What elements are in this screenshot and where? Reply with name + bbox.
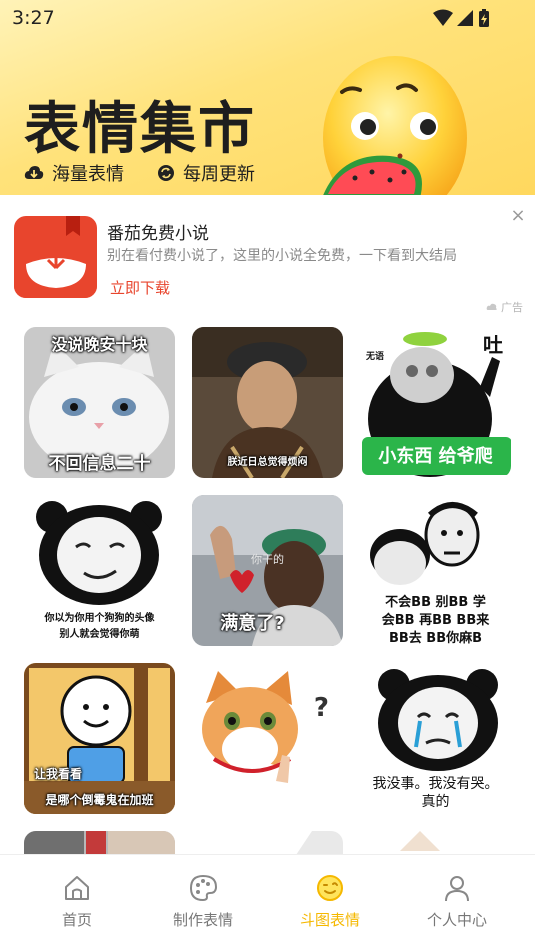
meme-tile[interactable] — [24, 831, 175, 854]
ad-close-button[interactable]: × — [509, 207, 527, 225]
bottom-nav: 首页 制作表情 斗图表情 个人中心 — [0, 854, 535, 952]
home-icon — [65, 876, 89, 900]
nav-label: 首页 — [61, 911, 92, 929]
meme-caption: 朕近日总觉得烦闷 — [227, 457, 308, 468]
feature-label: 每周更新 — [183, 164, 255, 185]
status-bar: 3:27 — [0, 0, 535, 36]
meme-tile[interactable]: 让我看看 是哪个倒霉鬼在加班 — [24, 663, 175, 814]
meme-tile[interactable]: 无语 吐 小东西 给爷爬 — [360, 327, 511, 478]
nav-label: 制作表情 — [172, 911, 233, 929]
meme-caption: 无语 — [366, 352, 385, 362]
ad-title: 番茄免费小说 — [107, 224, 209, 244]
nav-item-profile[interactable]: 个人中心 — [397, 873, 517, 943]
signal-icon — [457, 10, 473, 26]
ad-tag-label: 广告 — [501, 301, 523, 314]
meme-tile[interactable] — [192, 831, 343, 854]
nav-label: 斗图表情 — [299, 911, 360, 929]
meme-image — [192, 831, 343, 854]
banner-title: 表情集市 — [24, 97, 256, 162]
header-banner: 3:27 表情集市 海量表情 每周更新 — [0, 0, 535, 195]
feature-label: 海量表情 — [52, 164, 124, 185]
ad-description: 别在看付费小说了，这里的小说全免费，一下看到大结局 — [107, 248, 457, 264]
meme-caption: 满意了? — [220, 613, 285, 634]
meme-caption: 不回信息二十 — [48, 454, 151, 474]
feature-weekly-update: 每周更新 — [157, 160, 255, 186]
orange-cat-meme-image — [192, 663, 343, 814]
meme-caption-line: 别人就会觉得你萌 — [59, 629, 140, 640]
meme-image — [360, 831, 511, 854]
status-icons — [433, 9, 489, 27]
cloud-download-icon — [24, 166, 44, 179]
meme-caption: 没说晚安十块 — [51, 335, 148, 354]
nav-item-make-sticker[interactable]: 制作表情 — [143, 873, 263, 943]
feature-massive-stickers: 海量表情 — [24, 160, 124, 186]
emoji-icon — [317, 875, 343, 901]
meme-tile[interactable] — [360, 831, 511, 854]
meme-caption-line: 你以为你用个狗狗的头像 — [44, 613, 155, 624]
nav-item-home[interactable]: 首页 — [17, 873, 137, 943]
tomato-novel-logo — [14, 216, 97, 298]
meme-tile[interactable]: 你干的 满意了? — [192, 495, 343, 646]
meme-caption-line: 不会BB 别BB 学 — [385, 595, 486, 610]
meme-caption: 你干的 — [251, 553, 284, 566]
meme-tile[interactable]: ? — [192, 663, 343, 814]
meme-tile[interactable]: 不会BB 别BB 学 会BB 再BB BB来 BB去 BB你麻B — [360, 495, 511, 646]
meme-caption: 让我看看 — [34, 767, 83, 781]
ad-download-link[interactable]: 立即下载 — [110, 277, 170, 298]
meme-image — [24, 831, 175, 854]
meme-tile[interactable]: 你以为你用个狗狗的头像 别人就会觉得你萌 — [24, 495, 175, 646]
nav-label: 个人中心 — [426, 911, 487, 929]
user-icon — [445, 876, 469, 902]
ad-badge: 广告 — [486, 299, 523, 315]
meme-tile[interactable]: 没说晚安十块 不回信息二十 — [24, 327, 175, 478]
meme-caption: 是哪个倒霉鬼在加班 — [45, 793, 154, 807]
meme-caption-line: 真的 — [421, 794, 450, 810]
refresh-icon — [158, 165, 174, 181]
meme-tile[interactable]: 我没事。我没有哭。 真的 — [360, 663, 511, 814]
meme-caption: ? — [313, 693, 329, 723]
cloud-icon — [486, 303, 497, 310]
meme-caption-line: 我没事。我没有哭。 — [372, 776, 499, 792]
meme-tile[interactable]: 朕近日总觉得烦闷 — [192, 327, 343, 478]
ad-card[interactable]: 番茄免费小说 别在看付费小说了，这里的小说全免费，一下看到大结局 立即下载 × … — [0, 195, 535, 317]
meme-grid: 没说晚安十块 不回信息二十 朕近日总觉得烦闷 无语 吐 小东西 给爷爬 你以为你… — [0, 317, 535, 854]
status-time: 3:27 — [12, 7, 55, 29]
palette-icon — [189, 874, 218, 902]
wifi-icon — [433, 9, 453, 26]
meme-caption: 吐 — [483, 333, 503, 357]
meme-caption-line: 会BB 再BB BB来 — [381, 613, 490, 628]
meme-caption: 小东西 给爷爬 — [378, 446, 493, 467]
meme-caption-line: BB去 BB你麻B — [388, 631, 483, 646]
nav-item-meme-battle[interactable]: 斗图表情 — [270, 873, 390, 943]
mascot-illustration — [323, 56, 467, 195]
